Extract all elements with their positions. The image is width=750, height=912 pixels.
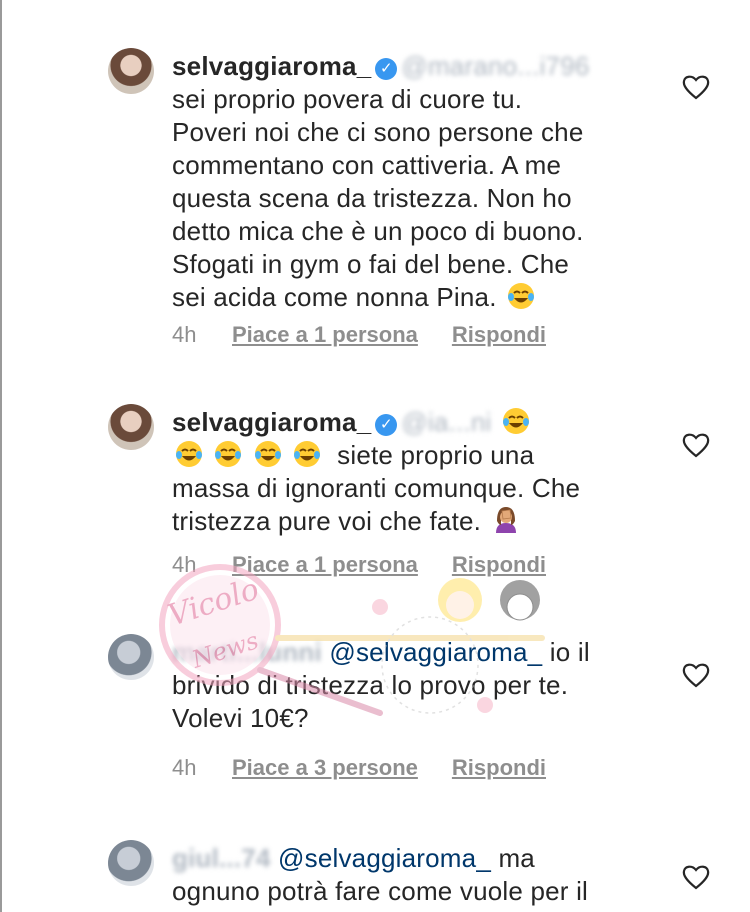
comment-line: ognuno potrà fare come vuole per il bbox=[172, 876, 589, 906]
comment-line: Sfogati in gym o fai del bene. Che bbox=[172, 249, 570, 279]
likes-link[interactable]: Piace a 1 persona bbox=[232, 322, 418, 348]
comment-meta: 4h Piace a 1 persona Rispondi bbox=[172, 322, 546, 348]
avatar[interactable] bbox=[108, 840, 154, 886]
left-border bbox=[0, 0, 2, 912]
svg-text:Vicolo: Vicolo bbox=[164, 572, 264, 634]
reply-button[interactable]: Rispondi bbox=[452, 755, 546, 781]
heart-outline-icon[interactable] bbox=[682, 662, 710, 688]
comment-username[interactable]: selvaggiaroma_ bbox=[172, 51, 371, 81]
heart-outline-icon[interactable] bbox=[682, 74, 710, 100]
woman-facepalming-emoji bbox=[495, 507, 516, 533]
avatar[interactable] bbox=[108, 48, 154, 94]
face-with-tears-of-joy-emoji bbox=[508, 283, 535, 309]
comment-mention[interactable]: @ia...ni bbox=[401, 407, 491, 437]
comment-line: questa scena da tristezza. Non ho bbox=[172, 183, 572, 213]
comment-mention[interactable]: @selvaggiaroma_ bbox=[329, 637, 542, 667]
comment-mention[interactable]: @marano...i796 bbox=[401, 51, 589, 81]
comment-text: selvaggiaroma_ ✓ @ia...ni siete proprio un… bbox=[172, 406, 652, 538]
comment-line: detto mica che è un poco di buono. bbox=[172, 216, 584, 246]
comment-line: massa di ignoranti comunque. Che bbox=[172, 473, 581, 503]
comment-meta: 4h Piace a 3 persone Rispondi bbox=[172, 755, 546, 781]
heart-outline-icon[interactable] bbox=[682, 864, 710, 890]
face-with-tears-of-joy-emoji bbox=[215, 441, 242, 467]
comment-username[interactable]: selvaggiaroma_ bbox=[172, 407, 371, 437]
comment-time: 4h bbox=[172, 322, 197, 347]
comment-line: brivido di tristezza lo provo per te. bbox=[172, 670, 569, 700]
comment-meta: 4h Piace a 1 persona Rispondi bbox=[172, 552, 546, 578]
comment-line: commentano con cattiveria. A me bbox=[172, 150, 562, 180]
comment-line: sei acida come nonna Pina. bbox=[172, 282, 497, 312]
face-with-tears-of-joy-emoji bbox=[254, 441, 281, 467]
comment-line: tristezza pure voi che fate. bbox=[172, 506, 482, 536]
comment-line: sei proprio povera di cuore tu. bbox=[172, 84, 523, 114]
comment-line: siete proprio una bbox=[337, 440, 535, 470]
likes-link[interactable]: Piace a 1 persona bbox=[232, 552, 418, 578]
comment-time: 4h bbox=[172, 755, 197, 780]
reply-button[interactable]: Rispondi bbox=[452, 552, 546, 578]
comment-line: Volevi 10€? bbox=[172, 703, 309, 733]
comment-mention[interactable]: @selvaggiaroma_ bbox=[278, 843, 491, 873]
comment-line: io il bbox=[549, 637, 590, 667]
verified-badge-icon: ✓ bbox=[375, 58, 398, 80]
comment-username[interactable]: giul...74 bbox=[172, 843, 271, 873]
verified-badge-icon: ✓ bbox=[375, 414, 398, 436]
comment-time: 4h bbox=[172, 552, 197, 577]
comment-text: selvaggiaroma_ ✓ @marano...i796 sei propri… bbox=[172, 50, 652, 314]
avatar[interactable] bbox=[108, 634, 154, 680]
comment-username[interactable]: marti...lunni bbox=[172, 637, 322, 667]
comment-line: ma bbox=[498, 843, 535, 873]
comment-text: giul...74 @selvaggiaroma_ ma ognuno potr… bbox=[172, 842, 652, 908]
reply-button[interactable]: Rispondi bbox=[452, 322, 546, 348]
comment-line: Poveri noi che ci sono persone che bbox=[172, 117, 584, 147]
heart-outline-icon[interactable] bbox=[682, 432, 710, 458]
likes-link[interactable]: Piace a 3 persone bbox=[232, 755, 418, 781]
face-with-tears-of-joy-emoji bbox=[502, 408, 529, 434]
avatar[interactable] bbox=[108, 404, 154, 450]
face-with-tears-of-joy-emoji bbox=[176, 441, 202, 467]
face-with-tears-of-joy-emoji bbox=[294, 441, 321, 467]
comment-text: marti...lunni @selvaggiaroma_ io il briv… bbox=[172, 636, 652, 735]
